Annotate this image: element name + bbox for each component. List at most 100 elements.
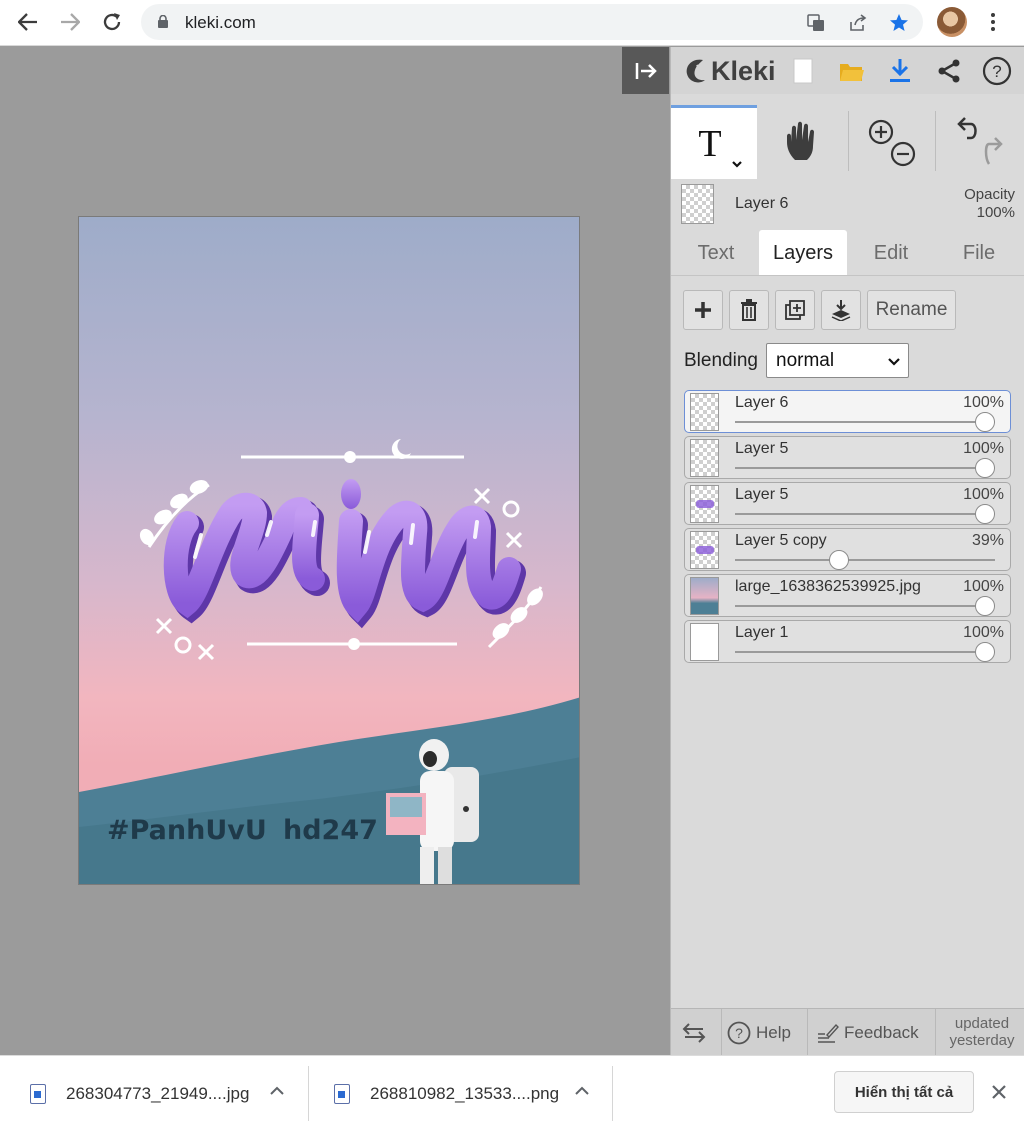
blending-select[interactable]: normal	[766, 343, 909, 378]
tab-layers[interactable]: Layers	[759, 230, 847, 276]
drawing-canvas[interactable]: #PanhUvU hd247	[78, 216, 580, 885]
tab-divider	[671, 275, 1024, 276]
address-bar[interactable]: kleki.com	[141, 4, 923, 40]
chevron-up-icon[interactable]	[575, 1083, 589, 1101]
hand-tool-button[interactable]	[761, 105, 845, 179]
undo-icon[interactable]	[957, 117, 977, 140]
layer-opacity-slider-knob[interactable]	[975, 642, 995, 662]
feedback-pen-icon	[818, 1023, 839, 1043]
new-file-icon[interactable]	[787, 55, 819, 87]
collapse-panel-button[interactable]	[622, 47, 669, 94]
download-shelf: 268304773_21949....jpg 268810982_13533..…	[0, 1055, 1024, 1130]
tab-file[interactable]: File	[941, 230, 1017, 276]
kleki-side-panel: Kleki ? T Layer 6 Opacity 100% Text Laye…	[670, 47, 1024, 1056]
share-icon[interactable]	[933, 55, 965, 87]
tab-edit[interactable]: Edit	[855, 230, 927, 276]
layer-row[interactable]: Layer 5 100%	[684, 482, 1011, 525]
svg-text:?: ?	[992, 62, 1001, 81]
layer-thumbnail	[690, 531, 719, 569]
kleki-logo-icon	[686, 59, 706, 83]
tab-text[interactable]: Text	[681, 230, 751, 276]
footer-separator	[807, 1009, 808, 1056]
zoom-out-icon[interactable]	[890, 141, 916, 167]
layer-row[interactable]: large_1638362539925.jpg 100%	[684, 574, 1011, 617]
bookmark-star-icon[interactable]	[887, 11, 911, 35]
tool-row: T	[671, 105, 1024, 179]
layer-opacity-slider-knob[interactable]	[975, 504, 995, 524]
layer-opacity: 39%	[971, 532, 1004, 549]
current-layer-opacity: Opacity 100%	[964, 186, 1015, 222]
merge-down-button[interactable]	[821, 290, 861, 330]
layer-opacity-track[interactable]	[735, 421, 995, 423]
help-button[interactable]: ? Help	[727, 1009, 791, 1056]
download-icon[interactable]	[884, 55, 916, 87]
help-icon[interactable]: ?	[981, 55, 1013, 87]
kleki-logo[interactable]: Kleki	[683, 55, 776, 87]
zoom-in-icon[interactable]	[868, 119, 894, 145]
feedback-button[interactable]: Feedback	[817, 1009, 919, 1056]
redo-icon[interactable]	[984, 137, 1003, 165]
trash-icon	[741, 299, 757, 321]
back-icon[interactable]	[13, 7, 43, 37]
layer-opacity: 100%	[963, 578, 1004, 595]
forward-icon[interactable]	[55, 7, 85, 37]
reload-icon[interactable]	[97, 7, 127, 37]
show-all-downloads-button[interactable]: Hiển thị tất cả	[834, 1071, 974, 1113]
duplicate-layer-button[interactable]	[775, 290, 815, 330]
translate-icon[interactable]	[804, 11, 828, 35]
layer-thumbnail	[690, 577, 719, 615]
layer-opacity-slider-knob[interactable]	[975, 458, 995, 478]
share-page-icon[interactable]	[846, 11, 870, 35]
layer-opacity-track[interactable]	[735, 513, 995, 515]
layer-opacity-slider-knob[interactable]	[828, 550, 849, 570]
current-layer-thumbnail	[681, 184, 714, 224]
download-filename: 268810982_13533....png	[370, 1083, 560, 1103]
layer-thumbnail	[690, 485, 719, 523]
layer-opacity-track[interactable]	[735, 651, 995, 653]
browser-toolbar: kleki.com	[0, 0, 1024, 46]
footer-separator	[935, 1009, 936, 1056]
layer-thumbnail	[690, 439, 719, 477]
browser-menu-icon[interactable]	[983, 8, 1003, 36]
download-item[interactable]: 268304773_21949....jpg	[30, 1056, 249, 1130]
download-separator	[612, 1066, 613, 1121]
merge-down-icon	[831, 300, 851, 321]
profile-avatar[interactable]	[937, 7, 967, 37]
panel-footer: ? Help Feedback updated yesterday	[671, 1008, 1024, 1056]
layer-row[interactable]: Layer 6 100%	[684, 390, 1011, 433]
layer-thumbnail	[690, 393, 719, 431]
svg-text:T: T	[698, 123, 721, 165]
current-layer-name: Layer 6	[735, 195, 789, 212]
open-folder-icon[interactable]	[836, 55, 868, 87]
layer-row[interactable]: Layer 5 copy 39%	[684, 528, 1011, 571]
download-item[interactable]: 268810982_13533....png	[334, 1056, 559, 1130]
layer-opacity-track[interactable]	[735, 467, 995, 469]
rename-layer-button[interactable]: Rename	[867, 290, 956, 330]
chevron-up-icon[interactable]	[270, 1083, 284, 1101]
swap-side-button[interactable]	[681, 1009, 711, 1056]
layer-row[interactable]: Layer 5 100%	[684, 436, 1011, 479]
layer-name: Layer 5 copy	[735, 532, 827, 549]
lock-icon	[158, 15, 168, 28]
close-icon[interactable]	[988, 1078, 1010, 1106]
add-layer-button[interactable]	[683, 290, 723, 330]
text-tool-button[interactable]: T	[671, 105, 757, 179]
layer-opacity-track[interactable]	[735, 605, 995, 607]
hashtag-text: #PanhUvU	[107, 815, 267, 846]
vin-title-art	[163, 479, 526, 629]
layer-opacity: 100%	[963, 394, 1004, 411]
panel-topbar: Kleki ?	[671, 47, 1024, 94]
layer-opacity: 100%	[963, 440, 1004, 457]
layer-opacity-slider-knob[interactable]	[975, 596, 995, 616]
delete-layer-button[interactable]	[729, 290, 769, 330]
layer-row[interactable]: Layer 1 100%	[684, 620, 1011, 663]
layer-opacity: 100%	[963, 624, 1004, 641]
layer-opacity-slider-knob[interactable]	[975, 412, 995, 432]
download-filename: 268304773_21949....jpg	[66, 1083, 250, 1103]
swap-icon	[682, 1022, 706, 1043]
blending-label: Blending	[684, 350, 758, 371]
updated-line-2: yesterday	[949, 1032, 1015, 1049]
download-separator	[308, 1066, 309, 1121]
undo-redo-buttons	[939, 105, 1023, 179]
layer-opacity-track[interactable]	[735, 559, 995, 561]
